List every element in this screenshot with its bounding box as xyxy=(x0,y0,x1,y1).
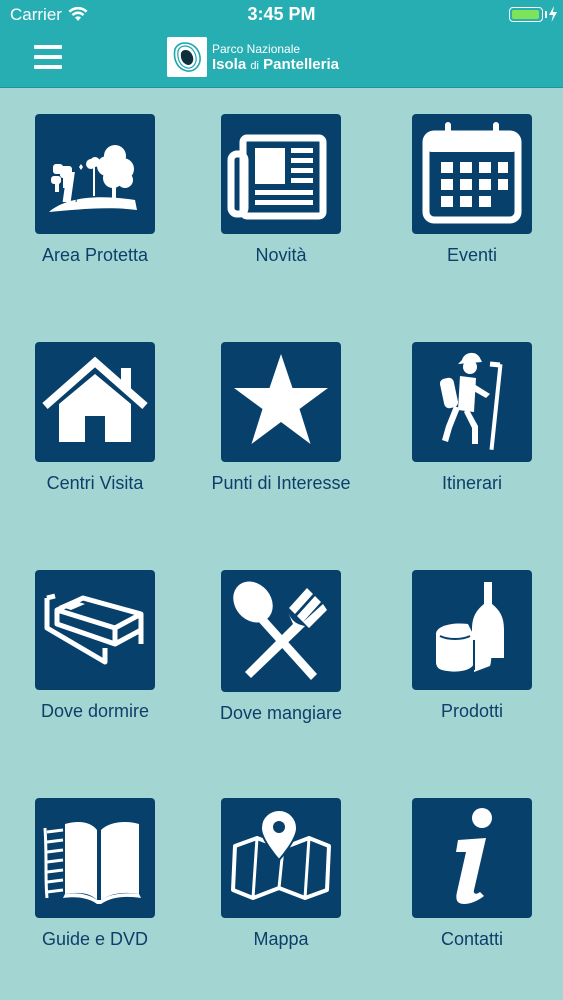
map-pin-icon xyxy=(231,808,331,900)
logo-subtitle: Parco Nazionale xyxy=(212,42,301,56)
tile-icon-box xyxy=(35,342,155,462)
logo-title-di: di xyxy=(250,60,259,72)
menu-item-label: Guide e DVD xyxy=(41,929,149,949)
tile-icon-box xyxy=(412,570,532,690)
status-bar: Carrier 3:45 PM xyxy=(0,0,563,30)
header-bar: Parco Nazionale Isola di Pantelleria xyxy=(0,30,563,88)
menu-item-label: Eventi xyxy=(446,245,498,265)
logo-title-part: Isola xyxy=(212,56,247,73)
tile-icon-box xyxy=(221,342,341,462)
menu-item-label: Contatti xyxy=(440,929,504,949)
menu-item-label: Novità xyxy=(255,245,307,265)
newspaper-icon xyxy=(227,134,327,220)
bed-icon xyxy=(44,593,144,665)
protected-area-icon xyxy=(49,145,137,212)
info-icon xyxy=(456,808,492,904)
logo-title-part: Pantelleria xyxy=(263,56,339,73)
battery-icon xyxy=(509,7,543,22)
logo-title: Isola di Pantelleria xyxy=(212,56,339,73)
tile-icon-box xyxy=(221,798,341,918)
tile-icon-box xyxy=(35,114,155,234)
fork-spoon-icon xyxy=(233,581,327,680)
menu-item-label: Mappa xyxy=(253,929,309,949)
book-icon xyxy=(43,822,141,904)
menu-item-label: Dove mangiare xyxy=(219,703,343,723)
cheese-bottle-icon xyxy=(436,582,504,672)
park-logo-icon xyxy=(167,37,207,77)
menu-item-label: Punti di Interesse xyxy=(211,473,351,493)
tile-icon-box xyxy=(35,798,155,918)
menu-item-label: Area Protetta xyxy=(41,245,149,265)
menu-item-label: Centri Visita xyxy=(46,473,144,493)
clock: 3:45 PM xyxy=(247,4,316,24)
menu-item-label: Itinerari xyxy=(441,473,503,493)
calendar-icon xyxy=(422,122,522,224)
tile-icon-box xyxy=(412,798,532,918)
menu-item-label: Prodotti xyxy=(440,701,504,721)
hiker-icon xyxy=(439,352,503,450)
house-icon xyxy=(42,356,148,442)
tile-icon-box xyxy=(35,570,155,690)
tile-icon-box xyxy=(412,114,532,234)
star-icon xyxy=(234,354,328,444)
charging-bolt-icon xyxy=(549,6,557,22)
hamburger-menu-icon[interactable] xyxy=(34,45,62,69)
tile-icon-box xyxy=(412,342,532,462)
tile-icon-box xyxy=(221,570,341,692)
battery-level xyxy=(512,10,539,19)
battery-cap xyxy=(545,11,547,18)
menu-item-label: Dove dormire xyxy=(40,701,150,721)
tile-icon-box xyxy=(221,114,341,234)
